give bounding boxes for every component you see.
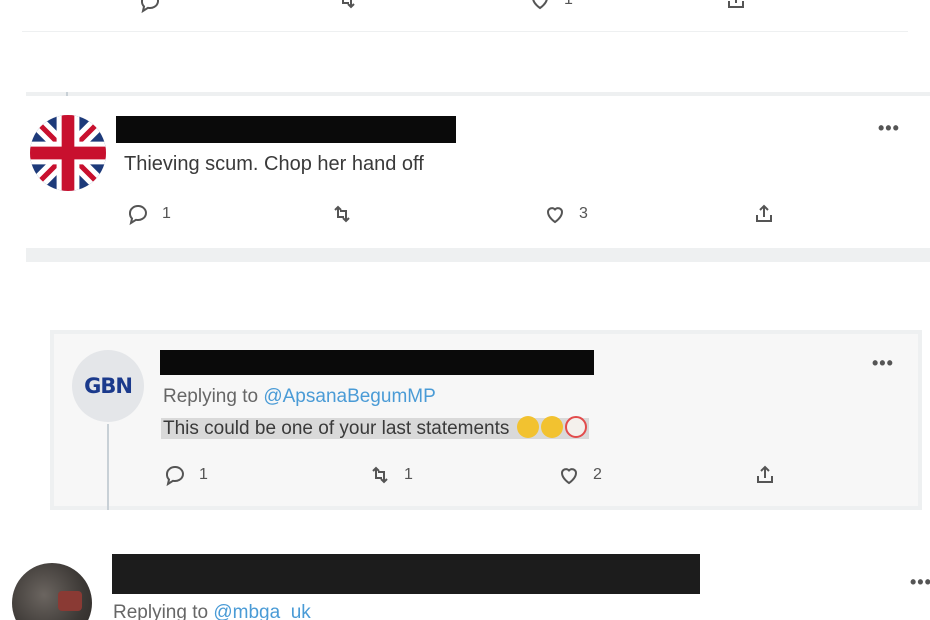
gbn-logo: GBN	[84, 374, 133, 398]
avatar-gbn[interactable]: GBN	[72, 350, 144, 422]
share-icon	[757, 465, 773, 483]
retweet-action[interactable]: 1	[368, 463, 413, 487]
tweet-text: Thieving scum. Chop her hand off	[124, 153, 424, 175]
heart-icon	[532, 0, 548, 10]
heart-icon	[560, 468, 578, 485]
thread-line	[107, 424, 109, 510]
retweet-action[interactable]	[330, 202, 366, 226]
reply-action[interactable]: 1	[163, 463, 208, 487]
union-jack-icon	[30, 115, 106, 191]
top-like-count: 1	[564, 0, 573, 9]
tears-of-joy-emoji-icon	[540, 416, 563, 438]
avatar-detail	[58, 591, 82, 611]
more-options-button[interactable]: •••	[872, 353, 894, 374]
heart-icon	[546, 207, 564, 224]
share-icon	[728, 0, 744, 8]
retweet-count: 1	[404, 466, 413, 483]
redacted-username	[116, 116, 456, 143]
replying-prefix: Replying to	[113, 602, 214, 620]
more-options-button[interactable]: •••	[878, 118, 900, 139]
clown-emoji-icon	[564, 416, 587, 438]
avatar-union-jack[interactable]	[30, 115, 106, 191]
avatar-photo[interactable]	[12, 563, 92, 620]
share-action[interactable]	[752, 202, 776, 226]
top-share-action[interactable]	[724, 0, 748, 12]
share-icon	[756, 204, 772, 222]
top-like-action[interactable]: 1	[528, 0, 573, 12]
tweet-text-content: This could be one of your last statement…	[161, 416, 589, 439]
like-count: 2	[593, 466, 602, 483]
share-action[interactable]	[753, 463, 777, 487]
redacted-username	[112, 554, 700, 594]
like-action[interactable]: 3	[543, 202, 588, 226]
retweet-icon	[342, 0, 355, 9]
reply-count: 1	[162, 205, 171, 222]
reply-icon	[128, 205, 147, 226]
reply-icon	[140, 0, 159, 14]
retweet-icon	[334, 205, 350, 223]
tweet-text: This could be one of your last statement…	[161, 416, 589, 440]
replying-handle-link[interactable]: @ApsanaBegumMP	[263, 386, 435, 407]
more-options-button[interactable]: •••	[910, 572, 930, 593]
like-count: 3	[579, 205, 588, 222]
divider	[26, 248, 930, 262]
reply-action[interactable]: 1	[126, 202, 171, 226]
like-action[interactable]: 2	[557, 463, 602, 487]
redacted-username	[160, 350, 594, 375]
top-retweet-action[interactable]	[335, 0, 359, 12]
top-reply-action[interactable]	[138, 0, 162, 14]
replying-to: Replying to @ApsanaBegumMP	[163, 386, 436, 408]
replying-to: Replying to @mbga_uk	[113, 602, 311, 620]
tears-of-joy-emoji-icon	[516, 416, 539, 438]
replying-prefix: Replying to	[163, 386, 264, 407]
reply-count: 1	[199, 466, 208, 483]
reply-icon	[165, 466, 184, 487]
retweet-icon	[372, 466, 388, 484]
replying-handle-link[interactable]: @mbga_uk	[213, 602, 310, 620]
